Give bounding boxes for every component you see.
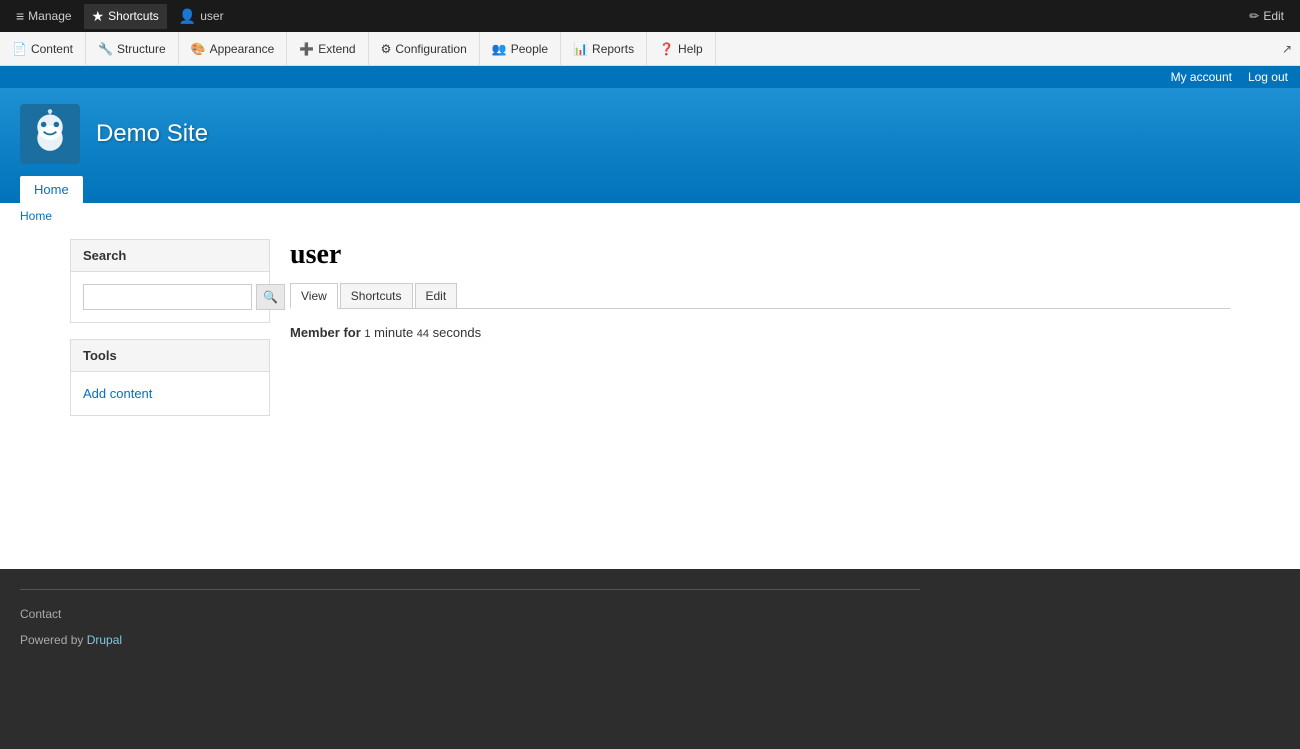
site-title: Demo Site [96, 120, 208, 148]
people-menu-item[interactable]: 👥 People [480, 32, 561, 65]
pencil-icon: ✏ [1249, 9, 1259, 23]
footer-powered: Powered by Drupal [20, 633, 1280, 647]
extend-label: Extend [318, 42, 355, 56]
appearance-label: Appearance [210, 42, 275, 56]
manage-button[interactable]: ≡ Manage [8, 4, 80, 28]
content-area: user View Shortcuts Edit Member for 1 mi… [290, 239, 1230, 519]
site-nav: Home [20, 176, 1280, 203]
user-label: user [200, 9, 223, 23]
page-title: user [290, 239, 1230, 271]
breadcrumb: Home [0, 203, 1300, 229]
drupal-logo-svg [25, 109, 75, 159]
powered-by-text: Powered by [20, 633, 83, 647]
reports-menu-item[interactable]: 📊 Reports [561, 32, 647, 65]
manage-icon: ≡ [16, 8, 24, 24]
tabs: View Shortcuts Edit [290, 283, 1230, 309]
reports-icon: 📊 [573, 42, 588, 56]
people-label: People [511, 42, 548, 56]
member-for-text: Member for 1 minute 44 seconds [290, 325, 1230, 340]
help-label: Help [678, 42, 703, 56]
shortcuts-button[interactable]: ★ Shortcuts [84, 4, 167, 29]
structure-icon: 🔧 [98, 42, 113, 56]
tab-shortcuts[interactable]: Shortcuts [340, 283, 413, 308]
admin-toolbar-left: ≡ Manage ★ Shortcuts 👤 user [8, 4, 232, 29]
search-block: Search 🔍 [70, 239, 270, 323]
people-icon: 👥 [492, 42, 507, 56]
member-duration: 1 minute 44 seconds [364, 325, 481, 340]
breadcrumb-home[interactable]: Home [20, 209, 52, 223]
search-form: 🔍 [83, 284, 257, 310]
menu-bar-right: ↗ [1282, 42, 1300, 56]
user-icon: 👤 [179, 8, 196, 25]
admin-toolbar: ≡ Manage ★ Shortcuts 👤 user ✏ Edit [0, 0, 1300, 32]
admin-toolbar-right: ✏ Edit [1241, 5, 1292, 27]
footer-divider [20, 589, 920, 590]
configuration-icon: ⚙ [381, 42, 392, 56]
sidebar: Search 🔍 Tools Add content [70, 239, 290, 519]
tab-view[interactable]: View [290, 283, 338, 309]
content-label: Content [31, 42, 73, 56]
site-header-inner: Demo Site [20, 104, 1280, 164]
tab-edit[interactable]: Edit [415, 283, 458, 308]
reports-label: Reports [592, 42, 634, 56]
search-block-content: 🔍 [71, 272, 269, 322]
search-input[interactable] [83, 284, 252, 310]
content-menu-item[interactable]: 📄 Content [0, 32, 86, 65]
structure-label: Structure [117, 42, 166, 56]
footer-links: Contact [20, 606, 1280, 633]
add-content-link[interactable]: Add content [83, 384, 257, 403]
tools-block: Tools Add content [70, 339, 270, 416]
search-block-title: Search [71, 240, 269, 272]
shortcuts-icon: ★ [92, 8, 105, 25]
extend-menu-item[interactable]: ➕ Extend [287, 32, 368, 65]
configuration-menu-item[interactable]: ⚙ Configuration [369, 32, 480, 65]
site-footer: Contact Powered by Drupal [0, 569, 1300, 749]
main-wrapper: Search 🔍 Tools Add content user View Sho… [50, 229, 1250, 529]
shortcuts-label: Shortcuts [108, 9, 159, 23]
search-button[interactable]: 🔍 [256, 284, 285, 310]
content-icon: 📄 [12, 42, 27, 56]
menu-bar: 📄 Content 🔧 Structure 🎨 Appearance ➕ Ext… [0, 32, 1300, 66]
appearance-menu-item[interactable]: 🎨 Appearance [179, 32, 288, 65]
appearance-icon: 🎨 [191, 42, 206, 56]
site-header: Demo Site Home [0, 88, 1300, 203]
contact-footer-link[interactable]: Contact [20, 607, 61, 621]
log-out-link[interactable]: Log out [1248, 70, 1288, 84]
help-icon: ❓ [659, 42, 674, 56]
member-for-label: Member for [290, 325, 361, 340]
configuration-label: Configuration [395, 42, 466, 56]
extend-icon: ➕ [299, 42, 314, 56]
edit-button[interactable]: ✏ Edit [1241, 5, 1292, 27]
help-menu-item[interactable]: ❓ Help [647, 32, 716, 65]
user-links-bar: My account Log out [0, 66, 1300, 88]
tools-block-title: Tools [71, 340, 269, 372]
edit-label: Edit [1263, 9, 1284, 23]
user-button[interactable]: 👤 user [171, 4, 232, 29]
manage-label: Manage [28, 9, 71, 23]
drupal-link[interactable]: Drupal [87, 633, 122, 647]
structure-menu-item[interactable]: 🔧 Structure [86, 32, 179, 65]
search-icon: 🔍 [263, 290, 278, 304]
my-account-link[interactable]: My account [1171, 70, 1232, 84]
expand-icon: ↗ [1282, 42, 1292, 56]
tools-block-content: Add content [71, 372, 269, 415]
site-logo[interactable] [20, 104, 80, 164]
home-nav-item[interactable]: Home [20, 176, 83, 203]
